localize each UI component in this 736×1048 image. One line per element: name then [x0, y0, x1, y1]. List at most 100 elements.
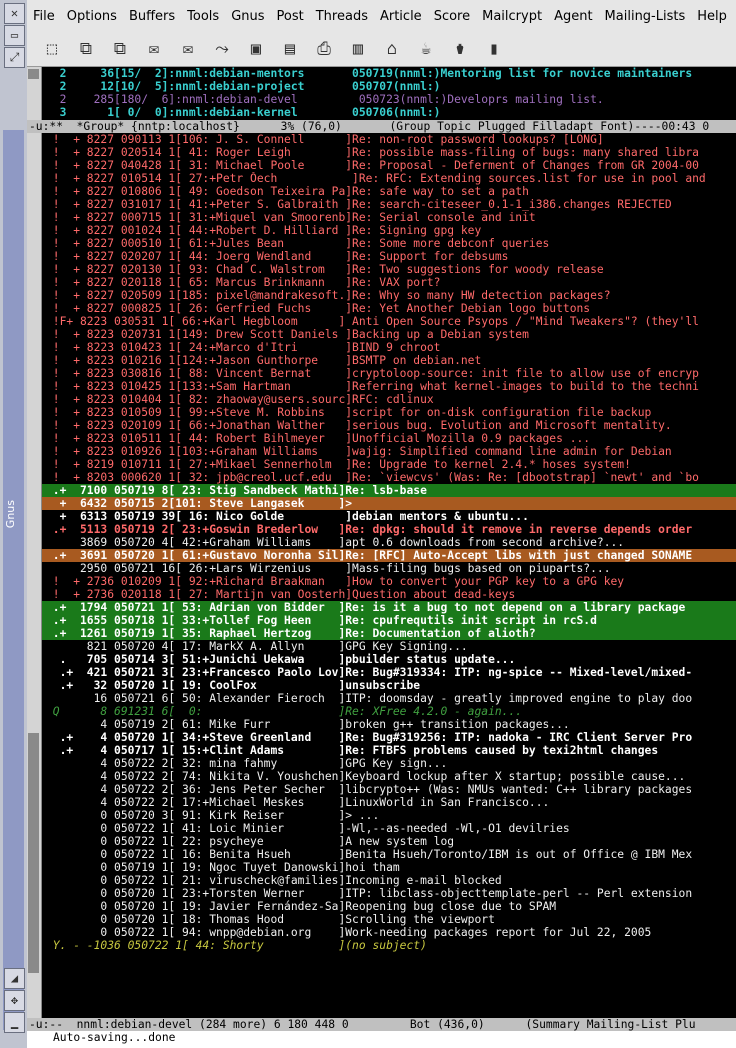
summary-line[interactable]: 0 050720 1[ 19: Javier Fernández-Sa]Reop…: [42, 900, 736, 913]
summary-line[interactable]: ! + 8227 000715 1[ 31:+Miquel van Smoore…: [42, 211, 736, 224]
shade-window-icon[interactable]: ▭: [4, 25, 25, 46]
menu-gnus[interactable]: Gnus: [225, 9, 270, 24]
summary-line[interactable]: ! + 2736 020118 1[ 27: Martijn van Ooste…: [42, 588, 736, 601]
summary-line[interactable]: 0 050720 3[ 91: Kirk Reiser ]> ...: [42, 809, 736, 822]
uudecode-icon[interactable]: ▤: [279, 38, 301, 60]
summary-line[interactable]: . 705 050714 3[ 51:+Junichi Uekawa ]pbui…: [42, 653, 736, 666]
summary-line[interactable]: 0 050719 1[ 19: Ngoc Tuyet Danowski]hoi …: [42, 861, 736, 874]
trash-icon[interactable]: ⚱: [449, 38, 471, 60]
exit-icon[interactable]: ⬚: [41, 38, 63, 60]
iconify-window-icon[interactable]: ▁: [4, 1012, 25, 1033]
summary-line[interactable]: ! + 8223 030816 1[ 88: Vincent Bernat ]c…: [42, 367, 736, 380]
group-scrollbar[interactable]: [27, 67, 42, 120]
print-icon[interactable]: ⎙: [313, 38, 335, 60]
summary-line[interactable]: .+ 4 050717 1[ 15:+Clint Adams ]Re: FTBF…: [42, 744, 736, 757]
summary-line[interactable]: .+ 1261 050719 1[ 35: Raphael Hertzog ]R…: [42, 627, 736, 640]
resize-corner-icon[interactable]: ◢: [4, 968, 25, 989]
summary-line[interactable]: ! + 8227 040428 1[ 31: Michael Poole ]Re…: [42, 159, 736, 172]
summary-line[interactable]: + 6432 050715 2[101: Steve Langasek ]>: [42, 497, 736, 510]
catch-up-all-icon[interactable]: ⧉: [109, 38, 131, 60]
menu-mailcrypt[interactable]: Mailcrypt: [476, 9, 548, 24]
menu-threads[interactable]: Threads: [310, 9, 374, 24]
summary-line[interactable]: 4 050722 2[ 17:+Michael Meskes ]LinuxWor…: [42, 796, 736, 809]
group-line[interactable]: 3 1[ 0/ 0]:nnml:debian-kernel 050706(nnm…: [42, 106, 736, 119]
menu-score[interactable]: Score: [428, 9, 476, 24]
menu-article[interactable]: Article: [374, 9, 428, 24]
summary-line[interactable]: .+ 1794 050721 1[ 53: Adrian von Bidder …: [42, 601, 736, 614]
menu-post[interactable]: Post: [271, 9, 310, 24]
close-window-icon[interactable]: ✕: [4, 3, 25, 24]
forward-icon[interactable]: ⤳: [211, 38, 233, 60]
summary-line[interactable]: 2950 050721 16[ 26:+Lars Wirzenius ]Mass…: [42, 562, 736, 575]
summary-line[interactable]: ! + 8227 000825 1[ 26: Gerfried Fuchs ]R…: [42, 302, 736, 315]
minibuffer[interactable]: Auto-saving...done: [27, 1031, 736, 1048]
summary-line[interactable]: 4 050722 2[ 36: Jens Peter Secher ]libcr…: [42, 783, 736, 796]
group-buffer[interactable]: 2 36[15/ 2]:nnml:debian-mentors 050719(n…: [42, 67, 736, 120]
mark-icon[interactable]: ⌂: [381, 38, 403, 60]
save-icon[interactable]: ▣: [245, 38, 267, 60]
summary-line[interactable]: 0 050722 1[ 94: wnpp@debian.org ]Work-ne…: [42, 926, 736, 939]
summary-scrollbar[interactable]: [27, 133, 42, 1018]
menu-file[interactable]: File: [27, 9, 61, 24]
summary-line[interactable]: .+ 5113 050719 2[ 23:+Goswin Brederlow ]…: [42, 523, 736, 536]
summary-line[interactable]: ! + 8227 001024 1[ 44:+Robert D. Hilliar…: [42, 224, 736, 237]
summary-line[interactable]: .+ 7100 050719 8[ 23: Stig Sandbeck Math…: [42, 484, 736, 497]
summary-line[interactable]: ! + 8223 010509 1[ 99:+Steve M. Robbins …: [42, 406, 736, 419]
summary-line[interactable]: .+ 4 050720 1[ 34:+Steve Greenland ]Re: …: [42, 731, 736, 744]
post-icon[interactable]: ✉: [143, 38, 165, 60]
menu-options[interactable]: Options: [61, 9, 123, 24]
summary-scrollbar-thumb[interactable]: [28, 733, 39, 973]
summary-line[interactable]: ! + 8223 010511 1[ 44: Robert Bihlmeyer …: [42, 432, 736, 445]
summary-line[interactable]: 3869 050720 4[ 42:+Graham Williams ]apt …: [42, 536, 736, 549]
summary-line[interactable]: ! + 8227 020118 1[ 65: Marcus Brinkmann …: [42, 276, 736, 289]
summary-line[interactable]: ! + 8227 000510 1[ 61:+Jules Bean ]Re: S…: [42, 237, 736, 250]
summary-line[interactable]: ! + 8223 020731 1[149: Drew Scott Daniel…: [42, 328, 736, 341]
copy-icon[interactable]: ▥: [347, 38, 369, 60]
summary-line[interactable]: 0 050722 1[ 21: viruscheck@families]Inco…: [42, 874, 736, 887]
summary-line[interactable]: .+ 32 050720 1[ 19: CoolFox ]unsubscribe: [42, 679, 736, 692]
kill-icon[interactable]: ☕: [415, 38, 437, 60]
summary-line[interactable]: Y. - -1036 050722 1[ 44: Shorty ](no sub…: [42, 939, 736, 952]
group-scrollbar-thumb[interactable]: [28, 69, 39, 79]
summary-line[interactable]: 4 050722 2[ 74: Nikita V. Youshchen]Keyb…: [42, 770, 736, 783]
summary-line[interactable]: 4 050719 2[ 61: Mike Furr ]broken g++ tr…: [42, 718, 736, 731]
menu-agent[interactable]: Agent: [548, 9, 598, 24]
summary-line[interactable]: + 6313 050719 39[ 16: Nico Golde ]debian…: [42, 510, 736, 523]
summary-line[interactable]: ! + 8227 010514 1[ 27:+Petr Ŏech ]Re: RF…: [42, 172, 736, 185]
menu-buffers[interactable]: Buffers: [123, 9, 181, 24]
summary-line[interactable]: ! + 8227 020514 1[ 41: Roger Leigh ]Re: …: [42, 146, 736, 159]
group-line[interactable]: 2 285[180/ 6]:nnml:debian-devel 050723(n…: [42, 93, 736, 106]
group-line[interactable]: 2 12[10/ 5]:nnml:debian-project 050707(n…: [42, 80, 736, 93]
summary-line[interactable]: 0 050722 1[ 16: Benita Hsueh ]Benita Hsu…: [42, 848, 736, 861]
prev-icon[interactable]: ▮: [483, 38, 505, 60]
summary-line[interactable]: !F+ 8223 030531 1[ 66:+Karl Hegbloom ] A…: [42, 315, 736, 328]
menu-help[interactable]: Help: [691, 9, 733, 24]
summary-line[interactable]: ! + 8219 010711 1[ 27:+Mikael Sennerholm…: [42, 458, 736, 471]
summary-line[interactable]: ! + 8227 090113 1[106: J. S. Connell ]Re…: [42, 133, 736, 146]
summary-line[interactable]: .+ 1655 050718 1[ 33:+Tollef Fog Heen ]R…: [42, 614, 736, 627]
summary-line[interactable]: ! + 8223 010216 1[124:+Jason Gunthorpe ]…: [42, 354, 736, 367]
summary-line[interactable]: ! + 8227 020207 1[ 44: Joerg Wendland ]R…: [42, 250, 736, 263]
summary-line[interactable]: ! + 8223 020109 1[ 66:+Jonathan Walther …: [42, 419, 736, 432]
reply-icon[interactable]: ✉: [177, 38, 199, 60]
group-line[interactable]: 2 36[15/ 2]:nnml:debian-mentors 050719(n…: [42, 67, 736, 80]
move-window-icon[interactable]: ✥: [4, 990, 25, 1011]
summary-line[interactable]: 16 050721 6[ 50: Alexander Fieroch ]ITP:…: [42, 692, 736, 705]
summary-buffer[interactable]: ! + 8227 090113 1[106: J. S. Connell ]Re…: [42, 133, 736, 1018]
window-title-tab[interactable]: [3, 130, 24, 1030]
summary-line[interactable]: 0 050720 1[ 18: Thomas Hood ]Scrolling t…: [42, 913, 736, 926]
summary-line[interactable]: 0 050722 1[ 22: psycheye ]A new system l…: [42, 835, 736, 848]
summary-line[interactable]: ! + 8223 010926 1[103:+Graham Williams ]…: [42, 445, 736, 458]
summary-line[interactable]: ! + 8227 020509 1[185: pixel@mandrakesof…: [42, 289, 736, 302]
summary-line[interactable]: Q 8 691231 6[ 0: ]Re: XFree 4.2.0 - agai…: [42, 705, 736, 718]
summary-line[interactable]: ! + 8227 020130 1[ 93: Chad C. Walstrom …: [42, 263, 736, 276]
summary-line[interactable]: ! + 8223 010425 1[133:+Sam Hartman ]Refe…: [42, 380, 736, 393]
maximize-window-icon[interactable]: ⤢: [4, 47, 25, 68]
summary-line[interactable]: 821 050720 4[ 17: MarkX A. Allyn ]GPG Ke…: [42, 640, 736, 653]
menu-tools[interactable]: Tools: [181, 9, 225, 24]
summary-line[interactable]: 0 050722 1[ 41: Loic Minier ]-Wl,--as-ne…: [42, 822, 736, 835]
summary-line[interactable]: .+ 3691 050720 1[ 61:+Gustavo Noronha Si…: [42, 549, 736, 562]
summary-line[interactable]: 4 050722 2[ 32: mina fahmy ]GPG Key sign…: [42, 757, 736, 770]
summary-line[interactable]: .+ 421 050721 3[ 23:+Francesco Paolo Lov…: [42, 666, 736, 679]
summary-line[interactable]: ! + 8223 010404 1[ 82: zhaoway@users.sou…: [42, 393, 736, 406]
